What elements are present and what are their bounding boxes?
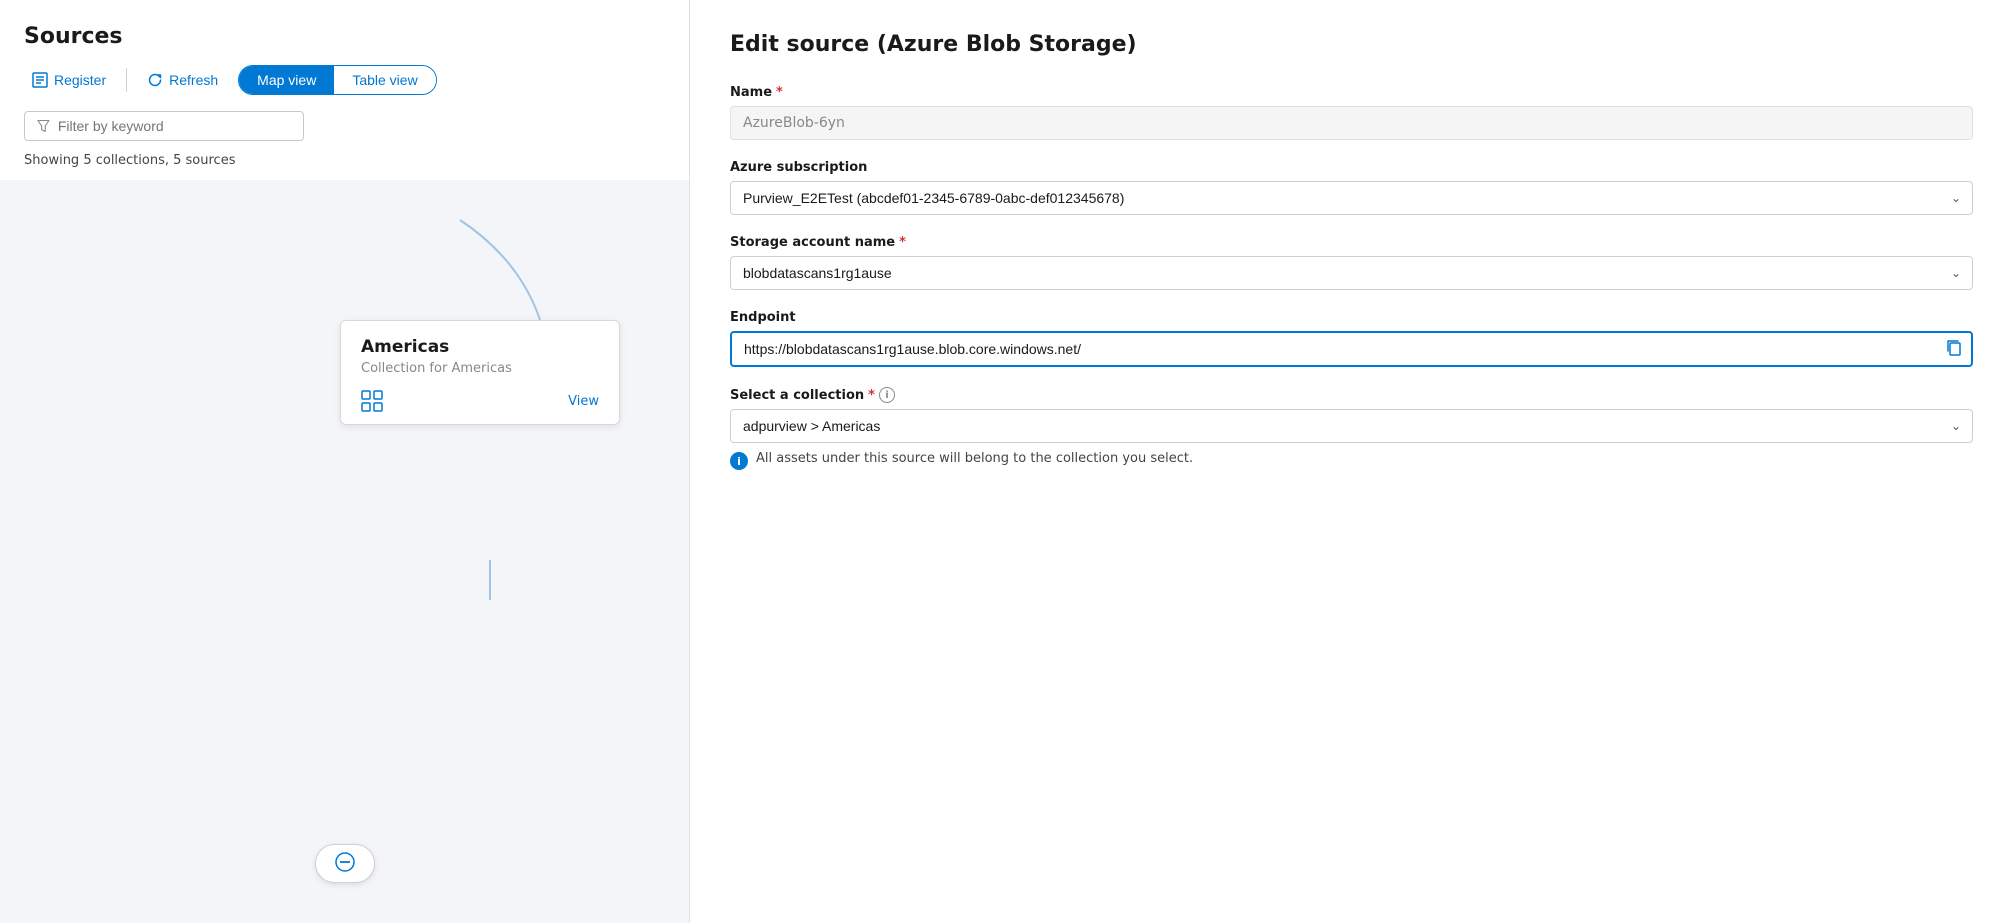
node-subtitle: Collection for Americas <box>361 361 599 376</box>
node-view-link[interactable]: View <box>568 394 599 409</box>
storage-account-label: Storage account name * <box>730 235 1973 250</box>
register-icon <box>32 72 48 88</box>
storage-account-select-wrap: blobdatascans1rg1ause ⌄ <box>730 256 1973 290</box>
filter-bar <box>0 111 689 153</box>
zoom-out-button[interactable] <box>328 849 362 878</box>
americas-node: Americas Collection for Americas View <box>340 320 620 425</box>
endpoint-input-wrap <box>730 331 1973 367</box>
name-field-group: Name * AzureBlob-6yn <box>730 85 1973 140</box>
filter-icon <box>37 119 50 133</box>
right-panel: Edit source (Azure Blob Storage) Name * … <box>690 0 2013 923</box>
endpoint-input[interactable] <box>730 331 1973 367</box>
endpoint-group: Endpoint <box>730 310 1973 367</box>
copy-icon[interactable] <box>1945 338 1963 360</box>
table-view-button[interactable]: Table view <box>334 66 435 94</box>
minus-circle-icon <box>334 851 356 873</box>
map-view-button[interactable]: Map view <box>239 66 334 94</box>
node-title: Americas <box>361 337 599 357</box>
name-required-star: * <box>776 85 783 100</box>
storage-required-star: * <box>899 235 906 250</box>
azure-subscription-select-wrap: Purview_E2ETest (abcdef01-2345-6789-0abc… <box>730 181 1973 215</box>
name-input: AzureBlob-6yn <box>730 106 1973 140</box>
info-note-text: All assets under this source will belong… <box>756 451 1193 466</box>
name-label: Name * <box>730 85 1973 100</box>
map-connectors <box>0 180 689 923</box>
view-toggle: Map view Table view <box>238 65 437 95</box>
storage-account-select[interactable]: blobdatascans1rg1ause <box>730 256 1973 290</box>
azure-subscription-group: Azure subscription Purview_E2ETest (abcd… <box>730 160 1973 215</box>
left-panel: Sources Register Refresh Map view Table … <box>0 0 690 923</box>
showing-text: Showing 5 collections, 5 sources <box>0 153 689 180</box>
collection-required-star: * <box>868 388 875 403</box>
zoom-control <box>315 844 375 883</box>
azure-subscription-select[interactable]: Purview_E2ETest (abcdef01-2345-6789-0abc… <box>730 181 1973 215</box>
refresh-button[interactable]: Refresh <box>139 68 226 92</box>
endpoint-label: Endpoint <box>730 310 1973 325</box>
node-footer: View <box>361 390 599 412</box>
collection-info-note: i All assets under this source will belo… <box>730 451 1973 470</box>
collection-select[interactable]: adpurview > Americas <box>730 409 1973 443</box>
filter-input-wrap <box>24 111 304 141</box>
toolbar: Register Refresh Map view Table view <box>0 65 689 111</box>
register-button[interactable]: Register <box>24 68 114 92</box>
page-title: Sources <box>0 24 689 65</box>
collection-group: Select a collection * i adpurview > Amer… <box>730 387 1973 470</box>
toolbar-divider <box>126 68 127 92</box>
panel-title: Edit source (Azure Blob Storage) <box>730 32 1973 57</box>
collection-info-icon[interactable]: i <box>879 387 895 403</box>
collection-label: Select a collection * i <box>730 387 1973 403</box>
azure-subscription-label: Azure subscription <box>730 160 1973 175</box>
filter-input[interactable] <box>58 118 291 134</box>
collection-select-wrap: adpurview > Americas ⌄ <box>730 409 1973 443</box>
storage-account-group: Storage account name * blobdatascans1rg1… <box>730 235 1973 290</box>
map-canvas: Americas Collection for Americas View <box>0 180 689 923</box>
info-circle-icon: i <box>730 452 748 470</box>
grid-icon <box>361 390 383 412</box>
refresh-icon <box>147 72 163 88</box>
